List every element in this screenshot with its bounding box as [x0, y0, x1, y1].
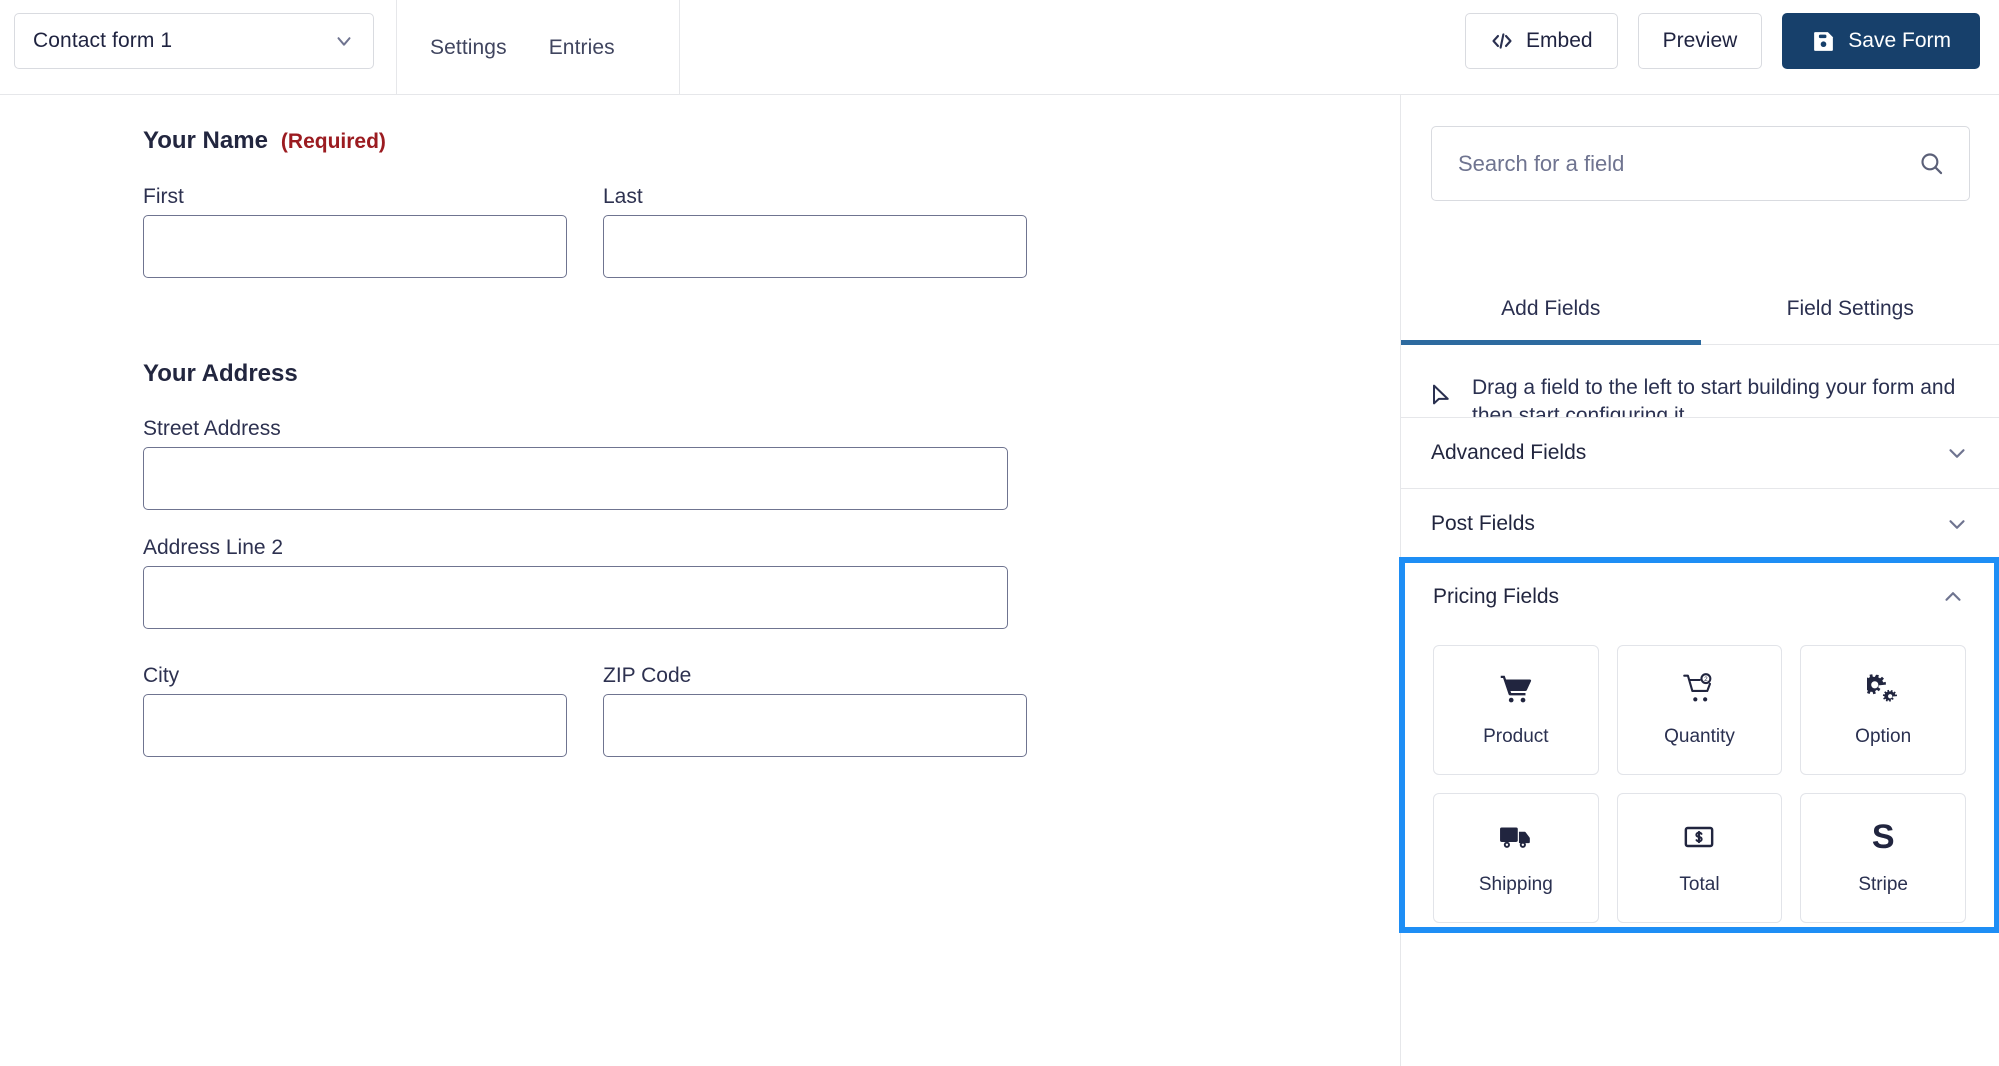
chevron-up-icon [1940, 584, 1966, 610]
toolbar-divider-left [396, 0, 397, 95]
street-address-label: Street Address [143, 417, 1008, 441]
required-badge: (Required) [281, 130, 386, 154]
top-toolbar: Contact form 1 Settings Entries Embed Pr… [0, 0, 1999, 95]
nav-tab-settings[interactable]: Settings [430, 36, 507, 60]
name-section-title-text: Your Name [143, 127, 268, 155]
pricing-fields-grid: Product 2 Quantity Option [1405, 631, 1994, 923]
field-card-option-label: Option [1855, 726, 1911, 748]
street-address-input[interactable] [143, 447, 1008, 510]
field-card-shipping-label: Shipping [1479, 874, 1553, 896]
tab-field-settings[interactable]: Field Settings [1701, 273, 1999, 344]
sidebar-tabs: Add Fields Field Settings [1401, 273, 1999, 345]
search-icon[interactable] [1918, 150, 1945, 177]
zip-code-label: ZIP Code [603, 664, 1027, 688]
address-line-2-field: Address Line 2 [143, 536, 1008, 629]
field-card-product[interactable]: Product [1433, 645, 1599, 775]
city-label: City [143, 664, 567, 688]
save-disk-icon [1811, 29, 1836, 54]
first-name-field: First [143, 185, 567, 278]
stripe-s-icon: S [1872, 820, 1895, 854]
address-section-title-text: Your Address [143, 360, 298, 388]
embed-button-label: Embed [1526, 29, 1593, 53]
nav-tab-entries[interactable]: Entries [549, 36, 615, 60]
form-preview: Your Name (Required) First Last Your Add… [143, 95, 1243, 757]
search-field-wrapper [1431, 126, 1970, 201]
field-card-option[interactable]: Option [1800, 645, 1966, 775]
accordion-advanced-fields-label: Advanced Fields [1431, 441, 1586, 465]
tab-add-fields-label: Add Fields [1501, 297, 1600, 321]
nav-tabs: Settings Entries [430, 0, 615, 95]
chevron-down-icon [1944, 511, 1970, 537]
field-card-total-label: Total [1679, 874, 1719, 896]
save-form-button-label: Save Form [1848, 29, 1951, 53]
accordion-advanced-fields[interactable]: Advanced Fields [1401, 417, 1999, 488]
first-name-label: First [143, 185, 567, 209]
address-line-2-label: Address Line 2 [143, 536, 1008, 560]
field-card-stripe[interactable]: S Stripe [1800, 793, 1966, 923]
save-form-button[interactable]: Save Form [1782, 13, 1980, 69]
gears-icon [1867, 672, 1899, 706]
first-name-input[interactable] [143, 215, 567, 278]
field-card-quantity-label: Quantity [1664, 726, 1735, 748]
cursor-arrow-icon [1431, 384, 1452, 414]
zip-code-field: ZIP Code [603, 651, 1027, 757]
pricing-fields-highlight: Pricing Fields Product 2 Quantity [1399, 557, 1999, 933]
chevron-down-icon [1944, 440, 1970, 466]
embed-button[interactable]: Embed [1465, 13, 1618, 69]
preview-button-label: Preview [1663, 29, 1738, 53]
address-section-title: Your Address [143, 360, 1243, 388]
accordion-post-fields-label: Post Fields [1431, 512, 1535, 536]
last-name-input[interactable] [603, 215, 1027, 278]
last-name-field: Last [603, 185, 1027, 278]
tab-add-fields[interactable]: Add Fields [1401, 273, 1701, 344]
stripe-s-glyph: S [1872, 820, 1895, 854]
preview-button[interactable]: Preview [1638, 13, 1763, 69]
field-card-total[interactable]: Total [1617, 793, 1783, 923]
form-selector-value: Contact form 1 [33, 29, 333, 53]
form-builder-app: Contact form 1 Settings Entries Embed Pr… [0, 0, 1999, 1066]
field-card-shipping[interactable]: Shipping [1433, 793, 1599, 923]
cart-quantity-icon: 2 [1683, 672, 1715, 706]
street-address-field: Street Address [143, 417, 1008, 510]
search-box[interactable] [1431, 126, 1970, 201]
accordion-pricing-fields[interactable]: Pricing Fields [1405, 563, 1994, 631]
name-fields-row: First Last [143, 185, 1243, 278]
field-card-stripe-label: Stripe [1858, 874, 1908, 896]
accordion-post-fields[interactable]: Post Fields [1401, 488, 1999, 559]
accordion-pricing-fields-label: Pricing Fields [1433, 585, 1559, 609]
code-icon [1490, 29, 1514, 53]
name-section-title: Your Name (Required) [143, 127, 1243, 155]
city-zip-row: City ZIP Code [143, 651, 1243, 757]
toolbar-divider-right [679, 0, 680, 95]
address-line-2-input[interactable] [143, 566, 1008, 629]
tab-field-settings-label: Field Settings [1787, 297, 1914, 321]
city-input[interactable] [143, 694, 567, 757]
svg-text:2: 2 [1705, 676, 1709, 683]
city-field: City [143, 664, 567, 757]
shopping-cart-icon [1500, 672, 1532, 706]
field-card-product-label: Product [1483, 726, 1548, 748]
form-selector-dropdown[interactable]: Contact form 1 [14, 13, 374, 69]
toolbar-actions: Embed Preview Save Form [1465, 13, 1980, 69]
truck-icon [1499, 820, 1533, 854]
fields-sidebar: Add Fields Field Settings Drag a field t… [1400, 95, 1999, 1066]
search-input[interactable] [1456, 150, 1918, 178]
zip-code-input[interactable] [603, 694, 1027, 757]
last-name-label: Last [603, 185, 1027, 209]
money-bill-icon [1684, 820, 1714, 854]
field-card-quantity[interactable]: 2 Quantity [1617, 645, 1783, 775]
form-canvas: Your Name (Required) First Last Your Add… [0, 95, 1400, 1066]
chevron-down-icon [333, 30, 355, 52]
